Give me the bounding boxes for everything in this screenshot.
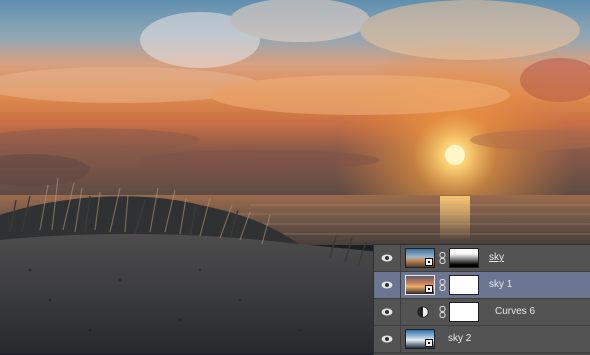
layer-name[interactable]: Curves 6 [495, 299, 535, 325]
layer-name[interactable]: sky 1 [489, 272, 512, 298]
layer-visibility-toggle[interactable] [374, 245, 401, 271]
eye-icon [381, 308, 393, 316]
chain-link-icon[interactable] [439, 279, 446, 291]
layer-name[interactable]: sky [489, 245, 504, 271]
curves-adjustment-icon[interactable] [417, 306, 429, 318]
layer-visibility-toggle[interactable] [374, 272, 401, 298]
layer-thumbnail[interactable] [405, 329, 435, 349]
layer-thumbnail[interactable] [405, 248, 435, 268]
layers-panel: sky sky 1 Curves 6 sky 2 [373, 244, 590, 355]
layer-mask-thumbnail[interactable] [449, 275, 479, 295]
layer-name[interactable]: sky 2 [448, 326, 471, 352]
layer-row-sky-1[interactable]: sky 1 [374, 272, 590, 299]
smart-object-badge-icon [425, 339, 433, 347]
eye-icon [381, 335, 393, 343]
layer-visibility-toggle[interactable] [374, 326, 401, 352]
layer-mask-thumbnail[interactable] [449, 248, 479, 268]
chain-link-icon[interactable] [439, 252, 446, 264]
layer-mask-thumbnail[interactable] [449, 302, 479, 322]
layer-row-sky-2[interactable]: sky 2 [374, 326, 590, 353]
layer-row-sky[interactable]: sky [374, 245, 590, 272]
smart-object-badge-icon [425, 258, 433, 266]
chain-link-icon[interactable] [439, 306, 446, 318]
layer-thumbnail[interactable] [405, 275, 435, 295]
layer-visibility-toggle[interactable] [374, 299, 401, 325]
smart-object-badge-icon [425, 285, 433, 293]
eye-icon [381, 254, 393, 262]
layer-row-curves-6[interactable]: Curves 6 [374, 299, 590, 326]
eye-icon [381, 281, 393, 289]
